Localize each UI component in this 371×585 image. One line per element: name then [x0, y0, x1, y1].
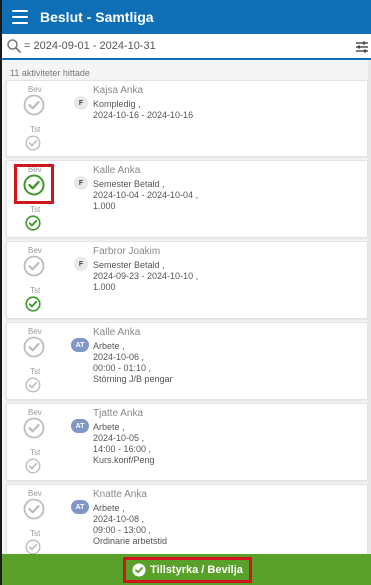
- top-bar: Beslut - Samtliga: [2, 0, 371, 34]
- detail-line: Ordinarie arbetstid: [93, 536, 168, 546]
- action-bar: Tillstyrka / Bevilja: [2, 554, 371, 585]
- detail-line: 2024-10-04 - 2024-10-04 ,: [93, 190, 199, 200]
- tst-label: Tst: [30, 286, 41, 295]
- approve-button[interactable]: Tillstyrka / Bevilja: [123, 556, 252, 583]
- detail-line: 1.000: [93, 201, 116, 211]
- detail-line: 00:00 - 01:10 ,: [93, 363, 152, 373]
- list-item[interactable]: Bev Tst F Kalle Anka Semester Betald , 2…: [6, 160, 368, 238]
- list-item[interactable]: Bev Tst AT Tjatte Anka Arbete , 2024-10-…: [6, 403, 368, 481]
- result-count: 11 aktiviteter hittade: [10, 68, 90, 78]
- detail-line: 2024-10-16 - 2024-10-16: [93, 110, 194, 120]
- person-name: Tjatte Anka: [93, 408, 144, 419]
- detail-line: 14:00 - 16:00 ,: [93, 444, 152, 454]
- detail-line: 2024-10-05 ,: [93, 433, 145, 443]
- detail-line: Arbete ,: [93, 503, 125, 513]
- check-circle-icon[interactable]: [25, 377, 41, 393]
- detail-line: 2024-10-06 ,: [93, 352, 145, 362]
- check-circle-icon[interactable]: [25, 458, 41, 474]
- detail-line: Semester Betald ,: [93, 260, 165, 270]
- check-circle-icon: [132, 563, 146, 576]
- search-input[interactable]: = 2024-09-01 - 2024-10-31: [24, 40, 156, 52]
- detail-line: Kompledig ,: [93, 99, 141, 109]
- list-item[interactable]: Bev Tst AT Knatte Anka Arbete , 2024-10-…: [6, 484, 368, 562]
- check-circle-icon[interactable]: [23, 417, 45, 439]
- type-badge: AT: [71, 500, 89, 514]
- approve-label: Tillstyrka / Bevilja: [150, 563, 243, 576]
- list-item[interactable]: Bev Tst F Farbror Joakim Semester Betald…: [6, 241, 368, 319]
- tst-label: Tst: [30, 529, 41, 538]
- check-circle-icon[interactable]: [25, 135, 41, 151]
- person-name: Farbror Joakim: [93, 246, 161, 257]
- detail-line: 1.000: [93, 282, 116, 292]
- bev-label: Bev: [28, 489, 42, 498]
- person-name: Kalle Anka: [93, 165, 141, 176]
- detail-line: 2024-10-08 ,: [93, 514, 145, 524]
- person-name: Kajsa Anka: [93, 85, 144, 96]
- page-title: Beslut - Samtliga: [40, 9, 154, 25]
- bev-label: Bev: [28, 85, 42, 94]
- person-name: Knatte Anka: [93, 489, 147, 500]
- detail-line: 2024-09-23 - 2024-10-10 ,: [93, 271, 199, 281]
- bev-label: Bev: [28, 246, 42, 255]
- tst-label: Tst: [30, 205, 41, 214]
- detail-line: Semester Betald ,: [93, 179, 165, 189]
- check-circle-icon[interactable]: [23, 336, 45, 358]
- hamburger-icon[interactable]: [12, 10, 28, 24]
- check-circle-icon[interactable]: [25, 539, 41, 555]
- bev-label: Bev: [28, 327, 42, 336]
- type-badge: F: [74, 176, 88, 190]
- tst-label: Tst: [30, 448, 41, 457]
- detail-line: 09:00 - 13:00 ,: [93, 525, 152, 535]
- search-icon: [7, 39, 21, 53]
- filter-icon[interactable]: [355, 40, 369, 54]
- bev-label: Bev: [28, 408, 42, 417]
- check-circle-icon[interactable]: [25, 296, 41, 312]
- app-frame: Beslut - Samtliga = 2024-09-01 - 2024-10…: [0, 0, 371, 585]
- detail-line: Arbete ,: [93, 422, 125, 432]
- check-circle-icon[interactable]: [23, 255, 45, 277]
- list-item[interactable]: Bev Tst F Kajsa Anka Kompledig , 2024-10…: [6, 80, 368, 157]
- type-badge: AT: [71, 419, 89, 433]
- tst-label: Tst: [30, 125, 41, 134]
- check-circle-icon[interactable]: [25, 215, 41, 231]
- tst-label: Tst: [30, 367, 41, 376]
- type-badge: AT: [71, 338, 89, 352]
- check-circle-icon[interactable]: [23, 498, 45, 520]
- person-name: Kalle Anka: [93, 327, 141, 338]
- type-badge: F: [74, 96, 88, 110]
- detail-line: Kurs.konf/Peng: [93, 455, 155, 465]
- detail-line: Arbete ,: [93, 341, 125, 351]
- detail-line: Störning J/B pengar: [93, 374, 173, 384]
- type-badge: F: [74, 257, 88, 271]
- check-circle-icon[interactable]: [23, 94, 45, 116]
- list-item[interactable]: Bev Tst AT Kalle Anka Arbete , 2024-10-0…: [6, 322, 368, 400]
- search-bar[interactable]: = 2024-09-01 - 2024-10-31: [2, 34, 371, 60]
- highlight-box: [14, 164, 54, 204]
